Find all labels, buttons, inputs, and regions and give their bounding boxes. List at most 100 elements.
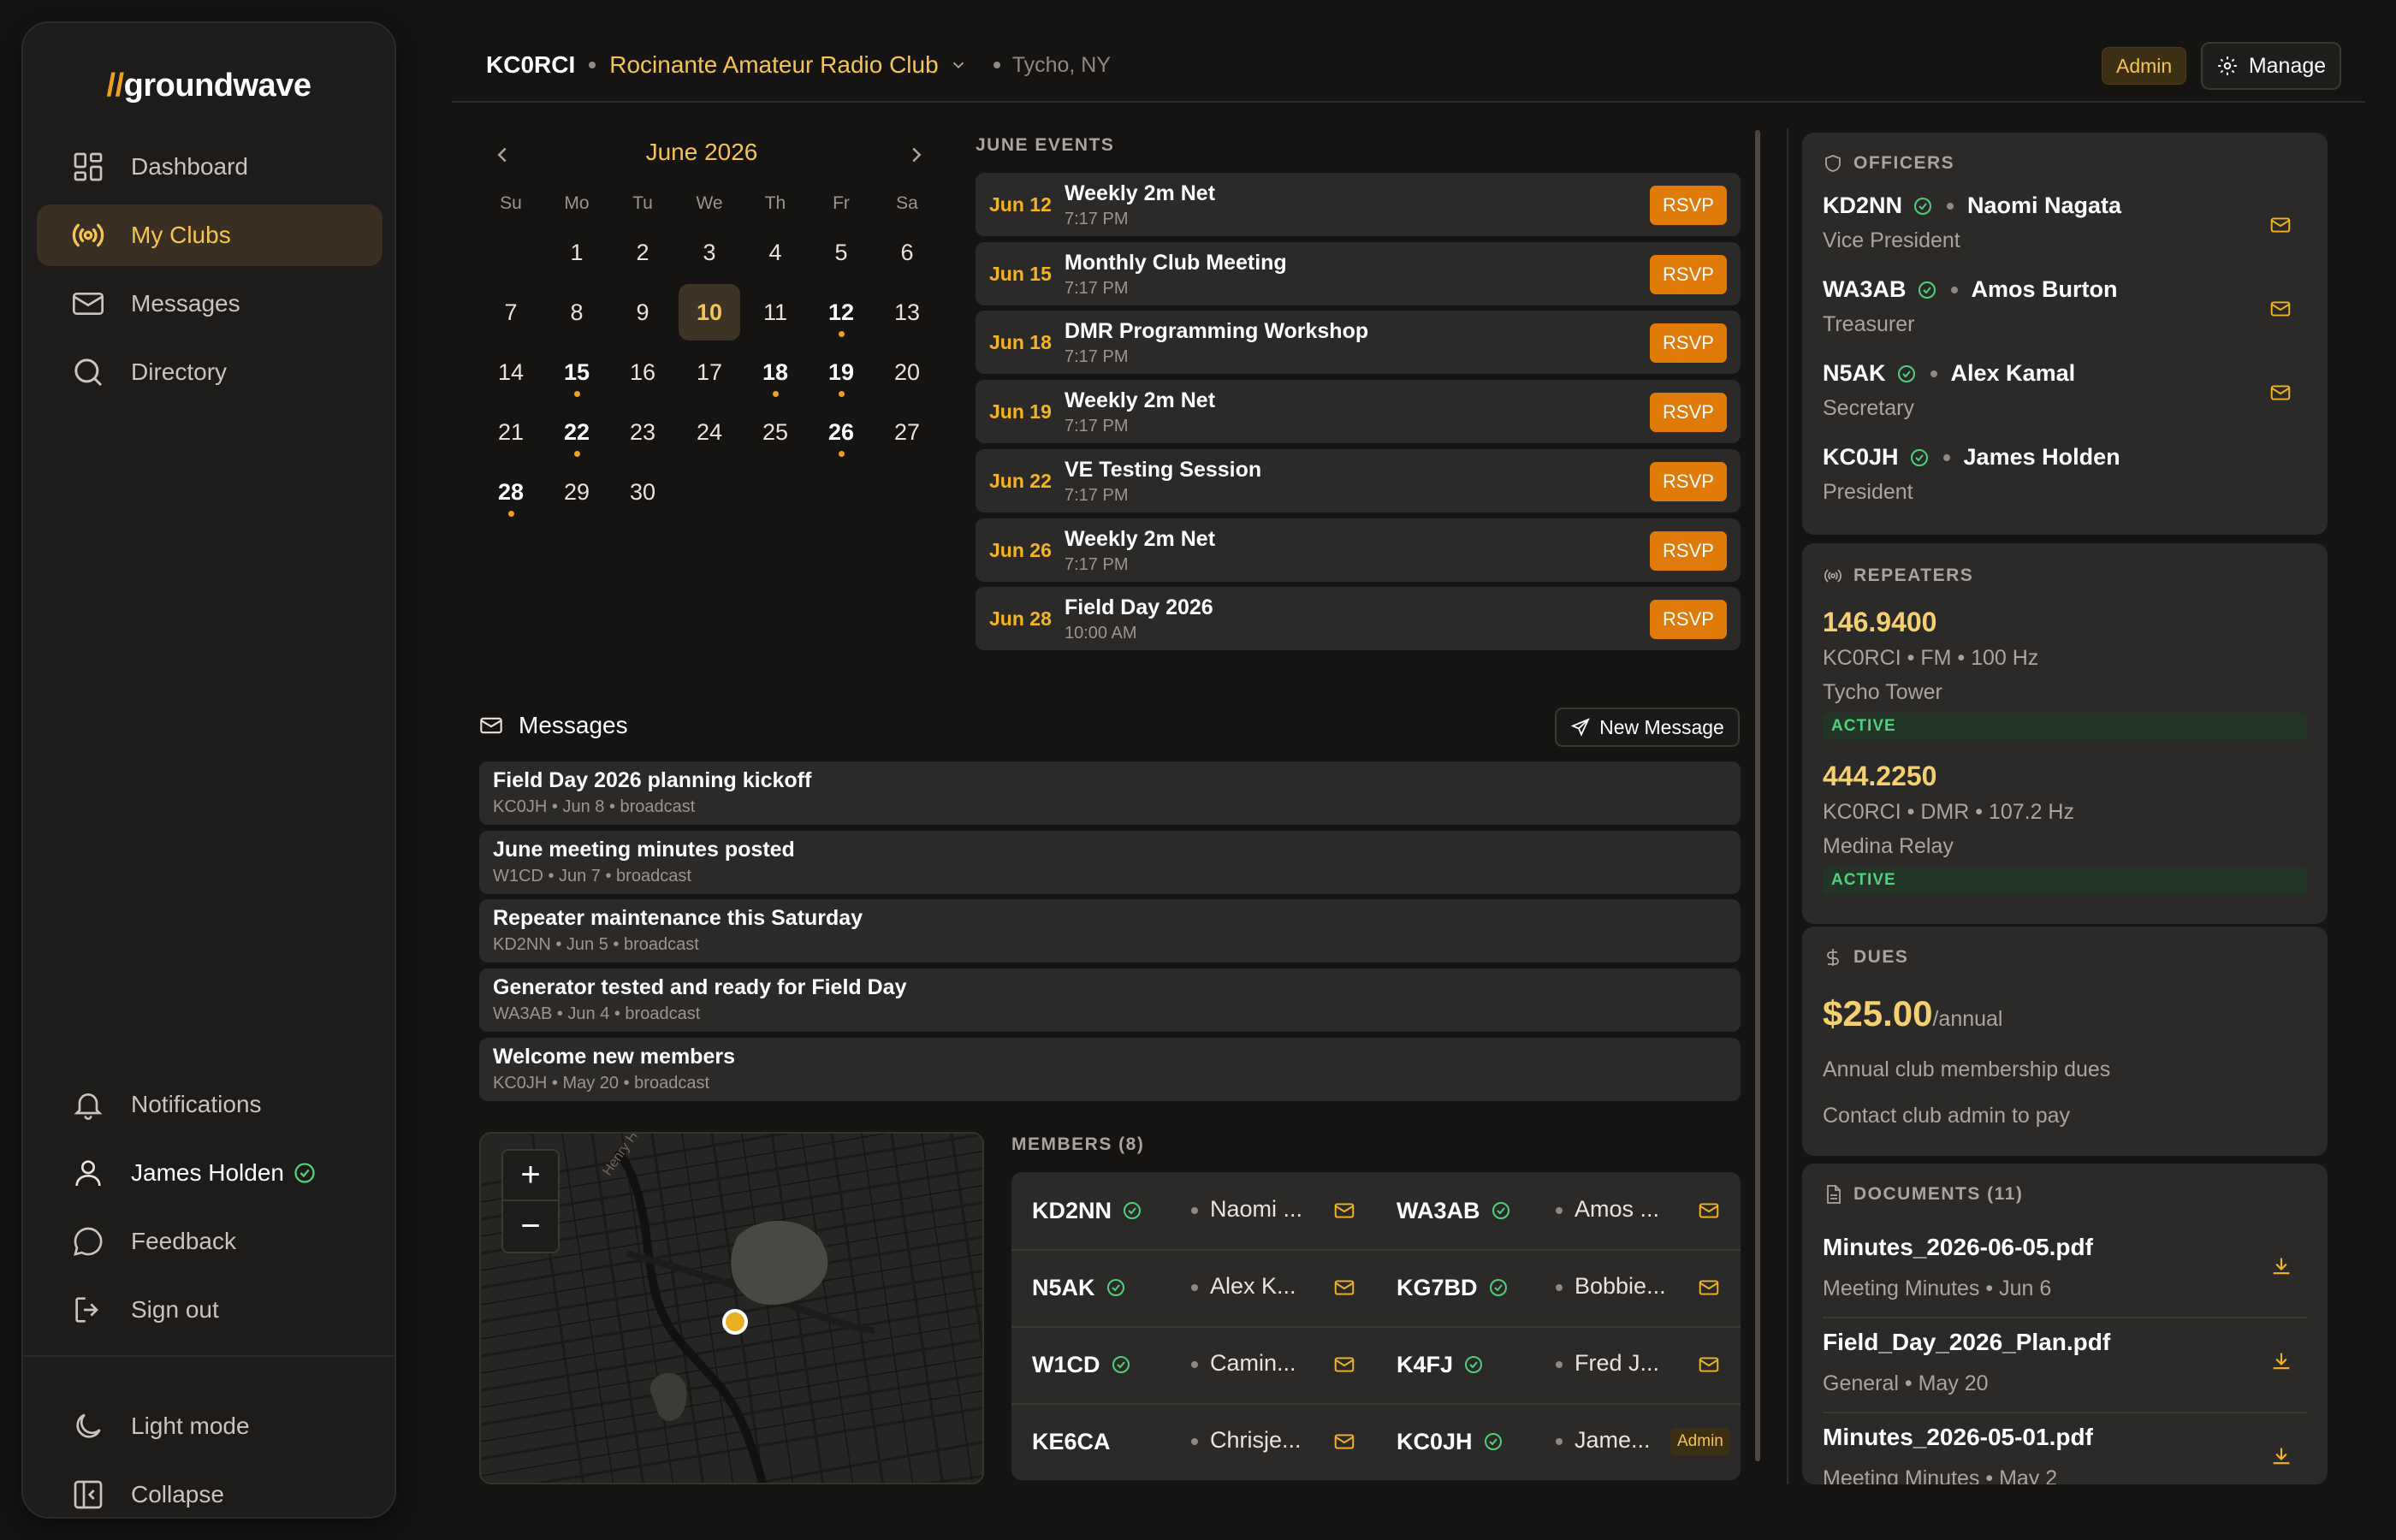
rsvp-button[interactable]: RSVP [1650,254,1727,294]
download-icon[interactable] [2269,1444,2293,1468]
nav-user-profile[interactable]: James Holden [37,1142,383,1204]
rsvp-button[interactable]: RSVP [1650,530,1727,571]
message-row[interactable]: Generator tested and ready for Field Day… [479,968,1741,1033]
calendar-day[interactable]: 13 [876,284,938,341]
calendar-day[interactable]: 15 [546,344,608,400]
event-row[interactable]: Jun 26 Weekly 2m Net 7:17 PM RSVP [976,518,1741,582]
event-title: DMR Programming Workshop [1065,319,1369,344]
event-row[interactable]: Jun 12 Weekly 2m Net 7:17 PM RSVP [976,173,1741,236]
moon-icon [69,1407,107,1445]
calendar-day[interactable]: 1 [546,224,608,281]
calendar-day[interactable]: 22 [546,404,608,460]
zoom-out-button[interactable]: − [503,1201,558,1252]
calendar-day[interactable]: 4 [744,224,806,281]
nav-feedback[interactable]: Feedback [37,1211,383,1272]
mail-icon[interactable] [1333,1430,1355,1453]
calendar-day[interactable]: 12 [810,284,872,341]
calendar-day[interactable]: 17 [679,344,740,400]
mail-icon[interactable] [2269,298,2292,320]
member-item[interactable]: KG7BD Bobbie... [1397,1249,1741,1326]
manage-button[interactable]: Manage [2201,42,2341,90]
download-icon[interactable] [2269,1349,2293,1373]
club-location: Tycho, NY [1011,52,1112,77]
calendar-day[interactable]: 7 [480,284,542,341]
rsvp-button[interactable]: RSVP [1650,393,1727,433]
calendar-day[interactable]: 26 [810,404,872,460]
separator-dot [1930,370,1937,377]
app-logo[interactable]: //groundwave [23,68,394,104]
nav-notifications[interactable]: Notifications [37,1074,383,1135]
event-row[interactable]: Jun 19 Weekly 2m Net 7:17 PM RSVP [976,380,1741,444]
calendar-day[interactable]: 24 [679,404,740,460]
scrollbar[interactable] [1755,130,1760,1461]
club-map[interactable]: Henry Hud + − [479,1132,984,1484]
event-row[interactable]: Jun 22 VE Testing Session 7:17 PM RSVP [976,448,1741,512]
calendar-day[interactable]: 16 [612,344,673,400]
message-row[interactable]: June meeting minutes posted W1CD • Jun 7 … [479,830,1741,894]
message-row[interactable]: Field Day 2026 planning kickoff KC0JH • J… [479,761,1741,825]
mail-icon[interactable] [1698,1199,1720,1222]
message-row[interactable]: Repeater maintenance this Saturday KD2NN … [479,899,1741,963]
rsvp-button[interactable]: RSVP [1650,600,1727,640]
mail-icon[interactable] [1333,1353,1355,1376]
member-item[interactable]: W1CD Camin... [1032,1326,1376,1403]
calendar-day[interactable]: 27 [876,404,938,460]
club-selector[interactable]: Rocinante Amateur Radio Club [609,51,938,79]
document-meta: General • May 20 [1823,1371,1989,1395]
calendar-day[interactable]: 3 [679,224,740,281]
calendar-day[interactable]: 10 [679,284,740,341]
document-name[interactable]: Minutes_2026-05-01.pdf [1823,1424,2093,1451]
calendar-day[interactable]: 6 [876,224,938,281]
download-icon[interactable] [2269,1254,2293,1278]
event-row[interactable]: Jun 28 Field Day 2026 10:00 AM RSVP [976,587,1741,651]
calendar-day[interactable]: 8 [546,284,608,341]
calendar-day[interactable]: 2 [612,224,673,281]
calendar-day[interactable]: 21 [480,404,542,460]
mail-icon[interactable] [1698,1353,1720,1376]
calendar-day[interactable]: 19 [810,344,872,400]
calendar-day[interactable]: 18 [744,344,806,400]
calendar-day[interactable]: 5 [810,224,872,281]
document-name[interactable]: Minutes_2026-06-05.pdf [1823,1234,2093,1261]
mail-icon[interactable] [2269,382,2292,404]
rsvp-button[interactable]: RSVP [1650,186,1727,225]
nav-sign-out[interactable]: Sign out [37,1279,383,1341]
member-item[interactable]: WA3AB Amos ... [1397,1172,1741,1249]
collapse-button[interactable]: Collapse [37,1464,383,1525]
calendar-day[interactable]: 20 [876,344,938,400]
new-message-button[interactable]: New Message [1555,708,1740,747]
member-item[interactable]: KE6CA Chrisje... [1032,1403,1376,1480]
event-row[interactable]: Jun 18 DMR Programming Workshop 7:17 PM RSV… [976,311,1741,375]
calendar-day[interactable]: 30 [612,464,673,520]
nav-my-clubs[interactable]: My Clubs [37,204,383,266]
message-row[interactable]: Welcome new members KC0JH • May 20 • broa… [479,1037,1741,1101]
calendar-day[interactable]: 9 [612,284,673,341]
nav-dashboard[interactable]: Dashboard [37,136,383,198]
rsvp-button[interactable]: RSVP [1650,323,1727,364]
light-mode-toggle[interactable]: Light mode [37,1395,383,1457]
mail-icon[interactable] [1333,1199,1355,1222]
nav-messages[interactable]: Messages [37,273,383,335]
member-item[interactable]: K4FJ Fred J... [1397,1326,1741,1403]
mail-icon[interactable] [1333,1276,1355,1299]
calendar-day[interactable]: 28 [480,464,542,520]
calendar-day[interactable]: 25 [744,404,806,460]
calendar-day[interactable]: 29 [546,464,608,520]
chevron-right-icon[interactable] [904,142,929,168]
member-item[interactable]: KD2NN Naomi ... [1032,1172,1376,1249]
calendar-day[interactable]: 14 [480,344,542,400]
document-name[interactable]: Field_Day_2026_Plan.pdf [1823,1329,2110,1356]
member-item[interactable]: KC0JH Jame... Admin [1397,1403,1741,1480]
calendar-day[interactable]: 23 [612,404,673,460]
club-callsign: KC0RCI [486,51,576,78]
member-item[interactable]: N5AK Alex K... [1032,1249,1376,1326]
nav-directory[interactable]: Directory [37,341,383,403]
event-row[interactable]: Jun 15 Monthly Club Meeting 7:17 PM RSVP [976,241,1741,305]
mail-icon[interactable] [2269,214,2292,236]
calendar-day[interactable]: 11 [744,284,806,341]
mail-icon[interactable] [1698,1276,1720,1299]
chevron-down-icon[interactable] [949,56,968,74]
club-location-marker[interactable] [722,1309,748,1335]
rsvp-button[interactable]: RSVP [1650,461,1727,501]
zoom-in-button[interactable]: + [503,1151,558,1201]
